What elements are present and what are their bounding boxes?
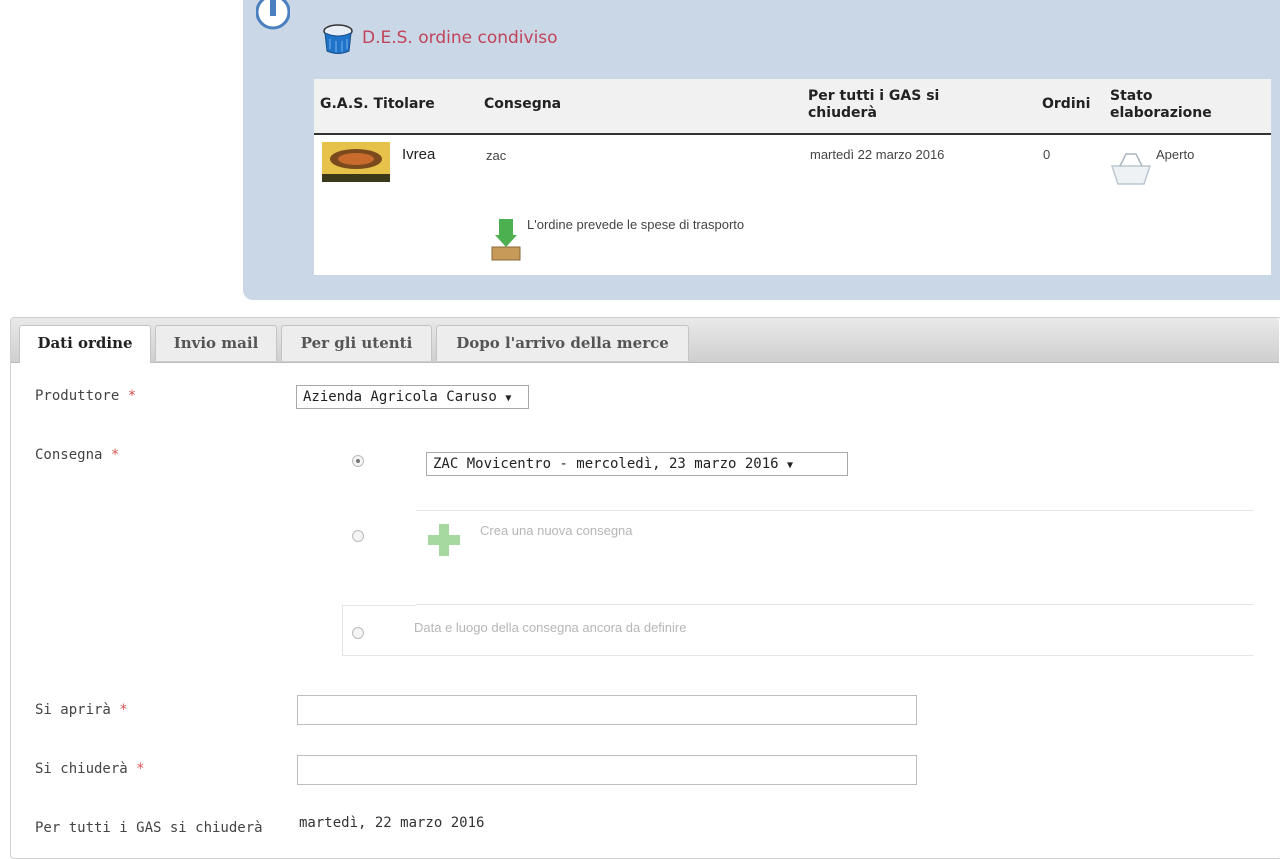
row-ordini: 0 — [1043, 147, 1051, 162]
divider — [416, 510, 1254, 511]
new-consegna-link[interactable]: Crea una nuova consegna — [480, 523, 633, 538]
col-consegna: Consegna — [484, 96, 562, 112]
des-title-row: D.E.S. ordine condiviso — [322, 20, 558, 56]
row-stato: Aperto — [1156, 147, 1195, 162]
divider — [342, 655, 1254, 656]
produttore-label: Produttore * — [35, 388, 137, 404]
tutti-gas-label: Per tutti i GAS si chiuderà — [35, 820, 263, 836]
info-icon — [256, 0, 290, 30]
gas-name: Ivrea — [402, 146, 436, 163]
plus-icon[interactable] — [426, 522, 462, 558]
col-ordini: Ordini — [1042, 96, 1091, 112]
tab-dopo-arrivo-merce[interactable]: Dopo l'arrivo della merce — [436, 325, 689, 361]
row-chiusura: martedì 22 marzo 2016 — [810, 147, 945, 162]
tab-per-gli-utenti[interactable]: Per gli utenti — [281, 325, 432, 361]
tutti-gas-value: martedì, 22 marzo 2016 — [299, 815, 485, 831]
chiude-date-input[interactable] — [297, 755, 917, 785]
divider — [416, 604, 1254, 605]
col-chiusura: Per tutti i GAS si chiuderà — [808, 88, 940, 121]
required-mark: * — [136, 761, 145, 777]
divider — [342, 605, 343, 655]
tab-dati-ordine[interactable]: Dati ordine — [19, 325, 151, 363]
basket-icon — [323, 24, 353, 54]
apre-label: Si aprirà * — [35, 702, 128, 718]
transport-note: L'ordine prevede le spese di trasporto — [527, 217, 745, 232]
consegna-label: Consegna * — [35, 447, 120, 463]
transport-cost-icon — [491, 219, 521, 261]
gas-logo — [322, 142, 390, 182]
consegna-undefined-radio[interactable] — [352, 627, 364, 639]
produttore-select[interactable]: Azienda Agricola Caruso ▼ — [296, 385, 529, 409]
chiude-label: Si chiuderà * — [35, 761, 145, 777]
required-mark: * — [110, 447, 120, 463]
apre-date-input[interactable] — [297, 695, 917, 725]
basket-open-icon — [1110, 153, 1152, 185]
col-gas-titolare: G.A.S. Titolare — [320, 96, 435, 112]
divider — [342, 605, 416, 606]
row-consegna: zac — [486, 148, 507, 163]
consegna-new-radio[interactable] — [352, 530, 364, 542]
dropdown-arrow-icon: ▼ — [787, 460, 794, 471]
tab-invio-mail[interactable]: Invio mail — [155, 325, 277, 361]
des-title: D.E.S. ordine condiviso — [362, 28, 558, 48]
undefined-consegna-label: Data e luogo della consegna ancora da de… — [414, 620, 687, 635]
required-mark: * — [127, 388, 137, 404]
consegna-select[interactable]: ZAC Movicentro - mercoledì, 23 marzo 201… — [426, 452, 848, 476]
required-mark: * — [119, 702, 128, 718]
dropdown-arrow-icon: ▼ — [505, 393, 512, 404]
consegna-existing-radio[interactable] — [352, 455, 364, 467]
col-stato: Stato elaborazione — [1110, 88, 1212, 121]
